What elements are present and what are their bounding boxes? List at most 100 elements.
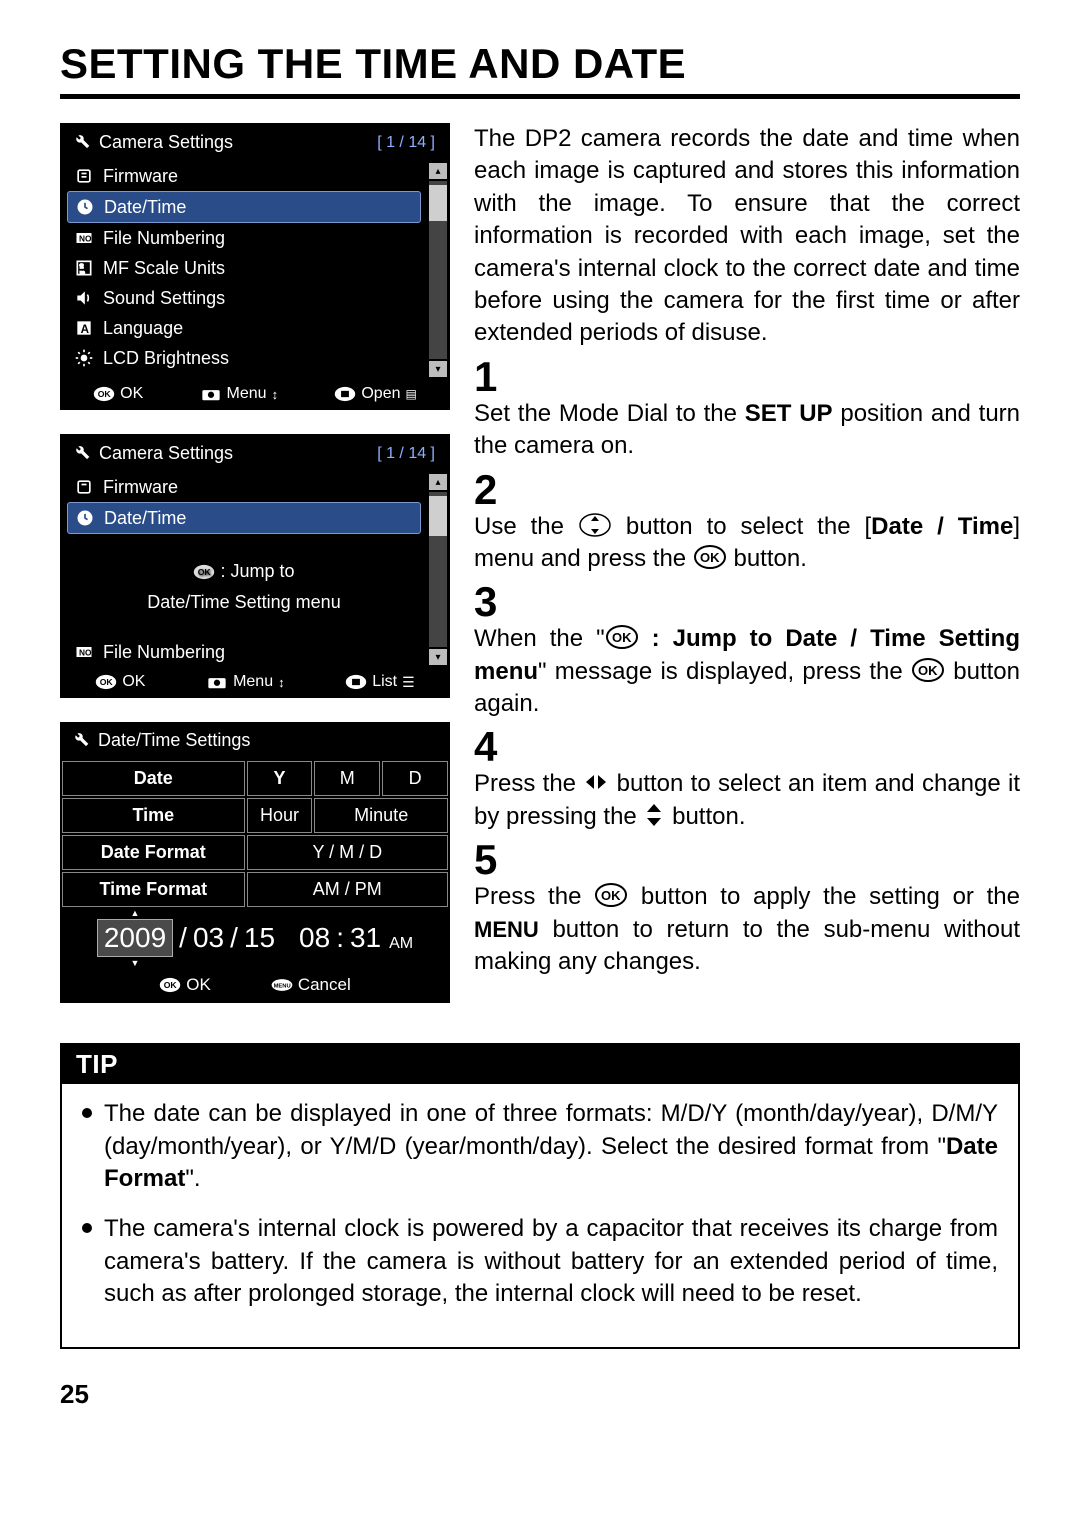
scroll-track[interactable] [429, 492, 447, 647]
display-icon [334, 386, 356, 402]
row-date[interactable]: Date Y M D [62, 761, 448, 796]
menu-label: File Numbering [103, 228, 225, 249]
menu-item-sound[interactable]: Sound Settings [67, 283, 421, 313]
menu-label: Date/Time [104, 508, 186, 529]
value-dateformat: Y / M / D [247, 835, 448, 870]
menu-item-filenumbering[interactable]: NO. File Numbering [67, 223, 421, 253]
sep: / [179, 922, 187, 954]
footer-ok: OK OK [93, 385, 143, 403]
jump-line-1: : Jump to [220, 561, 294, 581]
svg-text:OK: OK [918, 663, 938, 678]
label-dateformat: Date Format [62, 835, 245, 870]
open-arrow-icon: ▤ [406, 387, 417, 401]
panel-title: Date/Time Settings [98, 730, 250, 751]
brightness-icon [73, 347, 95, 369]
scrollbar[interactable]: ▴ ▾ [427, 472, 449, 667]
row-time[interactable]: Time Hour Minute [62, 798, 448, 833]
svg-text:OK: OK [100, 677, 114, 687]
ok-icon: OK [605, 624, 639, 650]
menu-list: Firmware Date/Time NO. File Numbering ft… [61, 161, 427, 379]
footer-ok: OK OK [95, 673, 145, 691]
datetime-value-row[interactable]: 2009 / 03 / 15 08 : 31 AM [60, 909, 450, 967]
language-icon: A [73, 317, 95, 339]
label-timeformat: Time Format [62, 872, 245, 907]
tip-header: TIP [62, 1045, 1018, 1084]
ampm-value[interactable]: AM [389, 935, 413, 957]
scroll-up-icon[interactable]: ▴ [429, 163, 447, 179]
updown-icon: ↕ [278, 675, 285, 690]
page-title: SETTING THE TIME AND DATE [60, 40, 1020, 99]
svg-text:OK: OK [98, 389, 112, 399]
wrench-icon [70, 728, 90, 753]
time-minute: Minute [314, 798, 448, 833]
ok-icon: OK [693, 544, 727, 570]
year-stepper[interactable]: 2009 [97, 919, 173, 957]
svg-text:NO.: NO. [79, 648, 94, 658]
menu-item-firmware[interactable]: Firmware [67, 472, 421, 502]
number-icon: NO. [73, 641, 95, 663]
panel-header: Date/Time Settings [60, 722, 450, 759]
menu-item-firmware[interactable]: Firmware [67, 161, 421, 191]
chip-icon [73, 165, 95, 187]
footer-cancel: MENU Cancel [271, 975, 351, 995]
footer-list: List ☰ [345, 673, 414, 691]
two-column-layout: Camera Settings [ 1 / 14 ] Firmware Date… [60, 123, 1020, 1027]
svg-text:OK: OK [700, 550, 720, 565]
panel-header: Camera Settings [ 1 / 14 ] [61, 435, 449, 472]
step-1-text: Set the Mode Dial to the SET UP position… [474, 398, 1020, 463]
right-column: The DP2 camera records the date and time… [474, 123, 1020, 1027]
step-3-number: 3 [474, 581, 1020, 623]
step-2-text: Use the button to select the [Date / Tim… [474, 511, 1020, 576]
svg-text:OK: OK [164, 980, 178, 990]
chip-icon [73, 476, 95, 498]
row-dateformat[interactable]: Date Format Y / M / D [62, 835, 448, 870]
ok-icon: OK [159, 977, 181, 993]
menu-item-datetime[interactable]: Date/Time [67, 502, 421, 534]
step-4-text: Press the button to select an item and c… [474, 768, 1020, 833]
scroll-up-icon[interactable]: ▴ [429, 474, 447, 490]
menu-item-datetime[interactable]: Date/Time [67, 191, 421, 223]
svg-text:NO.: NO. [79, 233, 94, 243]
scroll-down-icon[interactable]: ▾ [429, 361, 447, 377]
label-date: Date [62, 761, 245, 796]
wrench-icon [71, 130, 91, 155]
scrollbar[interactable]: ▴ ▾ [427, 161, 449, 379]
date-m: M [314, 761, 380, 796]
month-value[interactable]: 03 [193, 922, 224, 954]
date-y: Y [247, 761, 313, 796]
menu-label: Firmware [103, 166, 178, 187]
svg-text:OK: OK [601, 888, 621, 903]
page-indicator: [ 1 / 14 ] [377, 445, 439, 463]
menu-item-lcdbrightness[interactable]: LCD Brightness [67, 343, 421, 373]
scroll-thumb[interactable] [429, 496, 447, 536]
menu-item-language[interactable]: A Language [67, 313, 421, 343]
scroll-thumb[interactable] [429, 185, 447, 221]
camera-icon [206, 674, 228, 690]
menu-label: File Numbering [103, 642, 225, 663]
menu-icon: MENU [271, 977, 293, 993]
tsep: : [336, 922, 344, 954]
scroll-track[interactable] [429, 181, 447, 359]
minute-value[interactable]: 31 [350, 922, 381, 954]
number-icon: NO. [73, 227, 95, 249]
menu-label: Firmware [103, 477, 178, 498]
menu-item-mfscale[interactable]: ftm MF Scale Units [67, 253, 421, 283]
ok-icon: OK [594, 882, 628, 908]
camera-icon [200, 386, 222, 402]
day-value[interactable]: 15 [244, 922, 275, 954]
list-icon: ☰ [402, 674, 415, 691]
step-5-number: 5 [474, 839, 1020, 881]
menu-item-filenumbering[interactable]: NO. File Numbering [67, 637, 421, 667]
datetime-table: Date Y M D Time Hour Minute Date Format … [60, 759, 450, 909]
panel-footer: OK OK MENU Cancel [60, 967, 450, 1003]
clock-icon [74, 507, 96, 529]
step-2-number: 2 [474, 469, 1020, 511]
sound-icon [73, 287, 95, 309]
menu-label: MF Scale Units [103, 258, 225, 279]
row-timeformat[interactable]: Time Format AM / PM [62, 872, 448, 907]
hour-value[interactable]: 08 [299, 922, 330, 954]
scroll-down-icon[interactable]: ▾ [429, 649, 447, 665]
page-indicator: [ 1 / 14 ] [377, 134, 439, 152]
tip-bullet-2: The camera's internal clock is powered b… [82, 1213, 998, 1310]
step-5-text: Press the OK button to apply the setting… [474, 881, 1020, 978]
